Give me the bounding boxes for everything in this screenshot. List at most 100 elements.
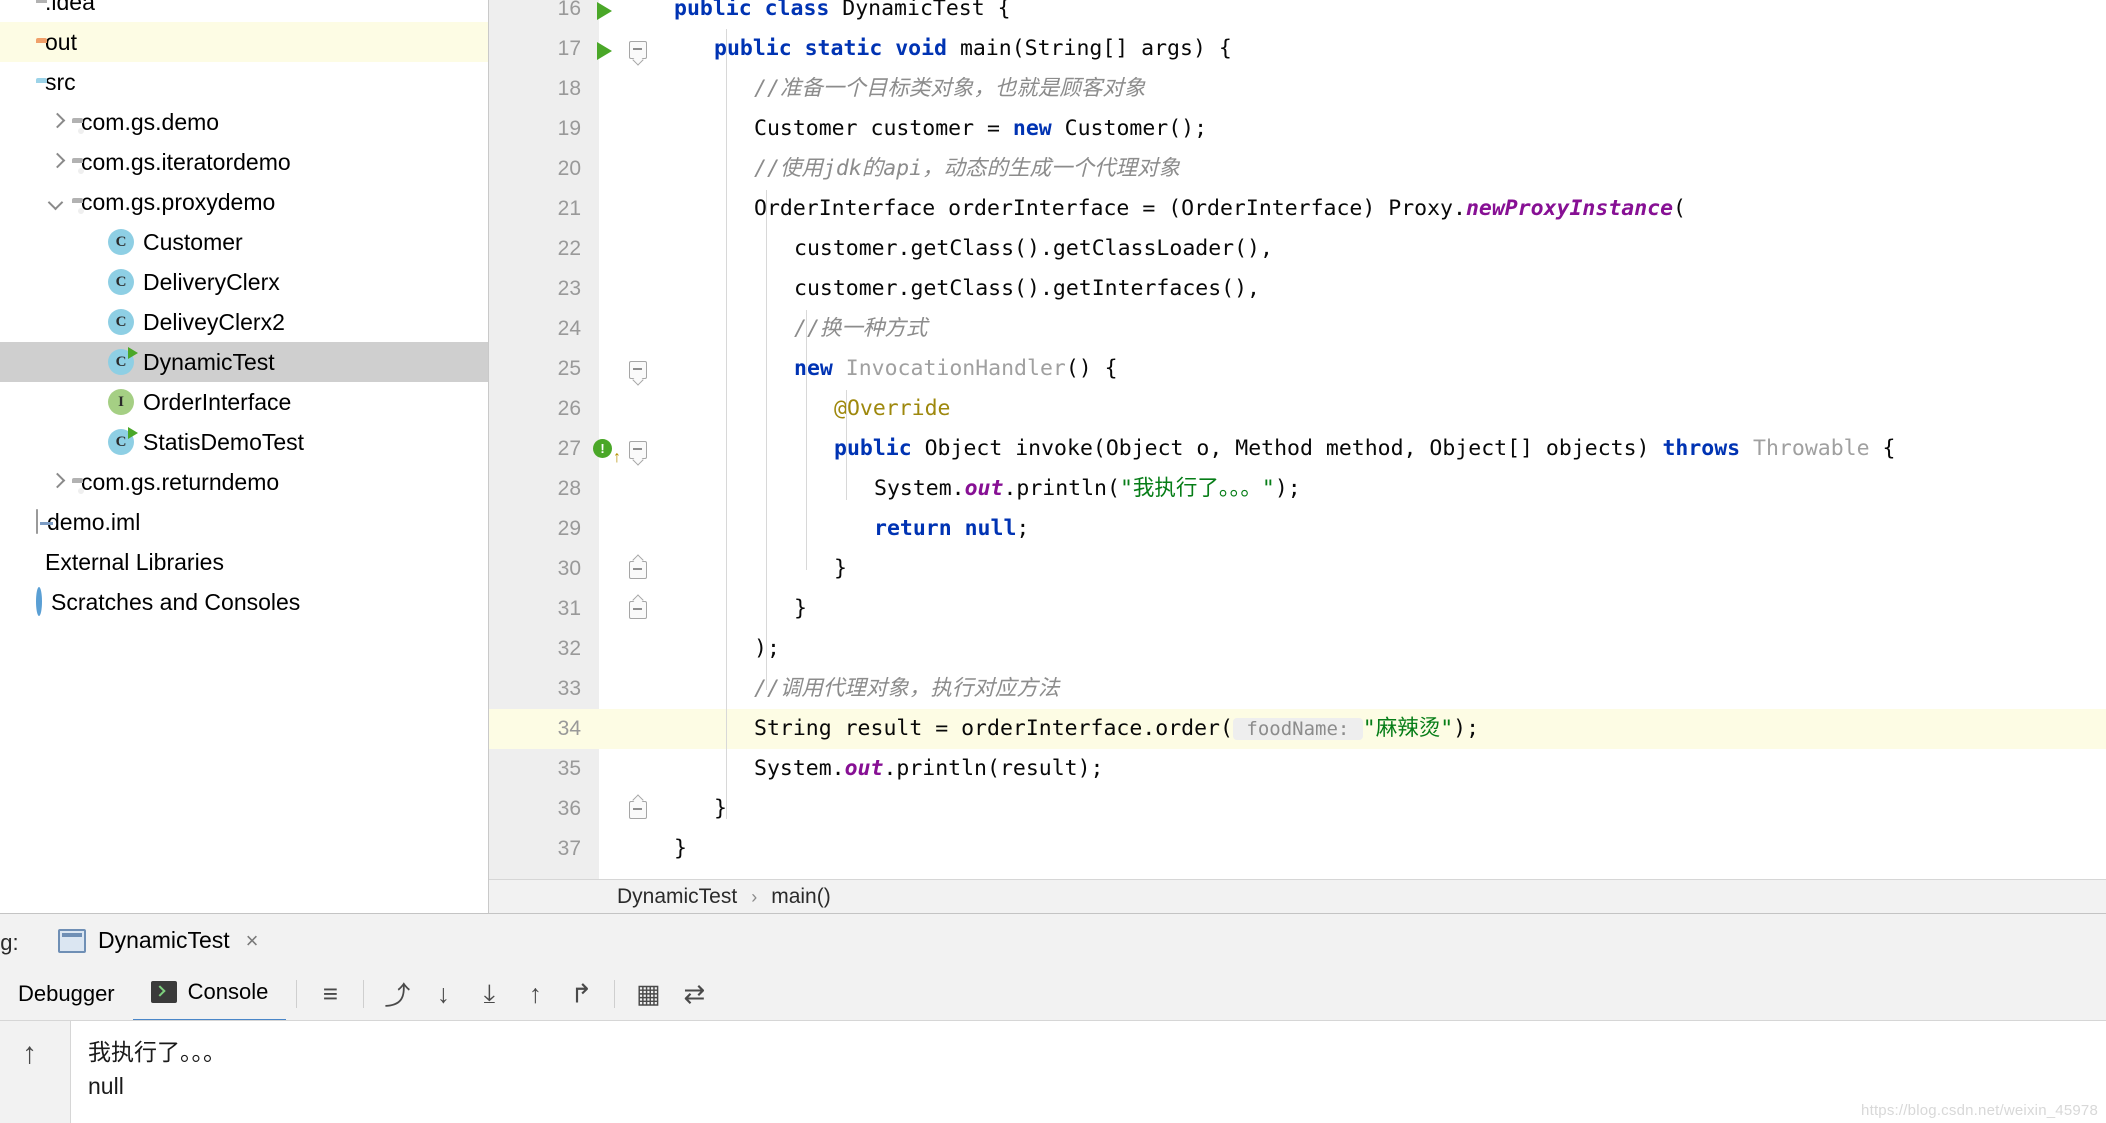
code-token: public xyxy=(834,436,925,461)
line-number: 29 xyxy=(557,517,581,540)
console-clipped-row xyxy=(70,1021,2106,1035)
code-line-17[interactable]: 17 public static void main(String[] args)… xyxy=(489,29,2106,69)
code-lines[interactable]: 16 public class DynamicTest {17 public sta… xyxy=(489,0,2106,913)
code-line-31[interactable]: 31} xyxy=(489,589,2106,629)
tree-item-deliveryclerx[interactable]: C DeliveryClerx xyxy=(0,262,489,302)
run-to-cursor-icon-glyph: ↱ xyxy=(570,978,593,1008)
force-step-into-icon[interactable]: ⤓ xyxy=(466,971,512,1017)
console-side-toolbar[interactable]: ↑ xyxy=(0,1021,71,1123)
fold-start-icon[interactable] xyxy=(629,361,647,379)
code-line-30[interactable]: 30} xyxy=(489,549,2106,589)
chevron-right-icon[interactable] xyxy=(46,471,68,493)
tree-item-idea[interactable]: .idea xyxy=(0,0,489,22)
tree-item-orderinterface[interactable]: I OrderInterface xyxy=(0,382,489,422)
tree-item-statisdemotest[interactable]: C StatisDemoTest xyxy=(0,422,489,462)
code-line-25[interactable]: 25 new InvocationHandler() { xyxy=(489,349,2106,389)
debug-subtab-console[interactable]: Console xyxy=(132,966,287,1022)
fold-end-icon[interactable] xyxy=(629,601,647,619)
layout-settings-icon[interactable]: ≡ xyxy=(307,971,353,1017)
scroll-up-icon[interactable]: ↑ xyxy=(22,1039,37,1069)
code-line-27[interactable]: 27! ↑ public Object invoke(Object o, Metho… xyxy=(489,429,2106,469)
fold-start-icon[interactable] xyxy=(629,441,647,459)
code-text: @Override xyxy=(674,389,951,429)
tree-item-label: out xyxy=(45,28,77,55)
breadcrumb-method[interactable]: main() xyxy=(771,885,831,909)
code-line-23[interactable]: 23 customer.getClass().getInterfaces(), xyxy=(489,269,2106,309)
code-line-35[interactable]: 35 System.out.println(result); xyxy=(489,749,2106,789)
code-line-32[interactable]: 32); xyxy=(489,629,2106,669)
debug-tool-window[interactable]: ug: DynamicTest × Debugger Console ≡ ⤴ ↓ ⤓ ↑ ↱ ▦… xyxy=(0,913,2106,1123)
console-output-panel[interactable]: ↑ 我执行了。。。 null https://blog.csdn.net/wei… xyxy=(0,1020,2106,1123)
indent-guide-1 xyxy=(766,190,767,690)
run-to-cursor-icon[interactable]: ↱ xyxy=(558,971,604,1017)
step-out-icon[interactable]: ↑ xyxy=(512,971,558,1017)
code-token: //换一种方式 xyxy=(794,316,928,341)
debug-session-tab[interactable]: DynamicTest × xyxy=(44,914,275,970)
tree-item-scratches-and-consoles[interactable]: Scratches and Consoles xyxy=(0,582,489,622)
console-line-2: null xyxy=(88,1073,124,1099)
code-line-26[interactable]: 26 @Override xyxy=(489,389,2106,429)
breadcrumb-class[interactable]: DynamicTest xyxy=(617,885,737,909)
tree-item-external-libraries[interactable]: External Libraries xyxy=(0,542,489,582)
code-text: //换一种方式 xyxy=(674,309,927,349)
debug-subtab-debugger[interactable]: Debugger xyxy=(0,967,133,1020)
code-token: } xyxy=(674,836,687,861)
step-over-icon[interactable]: ⤴ xyxy=(374,971,420,1017)
fold-end-icon[interactable] xyxy=(629,561,647,579)
code-text: Customer customer = new Customer(); xyxy=(674,109,1207,149)
debug-toolbar[interactable]: Debugger Console ≡ ⤴ ↓ ⤓ ↑ ↱ ▦ ⇄ xyxy=(0,966,2106,1022)
code-line-34[interactable]: 34 String result = orderInterface.order( … xyxy=(489,709,2106,749)
code-line-24[interactable]: 24 //换一种方式 xyxy=(489,309,2106,349)
tree-item-com-gs-returndemo[interactable]: com.gs.returndemo xyxy=(0,462,489,502)
chevron-down-icon[interactable] xyxy=(46,191,68,213)
code-line-28[interactable]: 28 System.out.println("我执行了。。。"); xyxy=(489,469,2106,509)
code-line-36[interactable]: 36} xyxy=(489,789,2106,829)
tree-item-out[interactable]: out xyxy=(0,22,489,62)
code-text: public class DynamicTest { xyxy=(674,0,1011,29)
chevron-right-icon[interactable] xyxy=(46,151,68,173)
code-token: out xyxy=(964,476,1004,501)
line-number: 30 xyxy=(557,557,581,580)
evaluate-expression-icon[interactable]: ▦ xyxy=(625,971,671,1017)
close-icon[interactable]: × xyxy=(246,929,259,952)
code-editor[interactable]: 16 public class DynamicTest {17 public sta… xyxy=(489,0,2106,913)
breadcrumb[interactable]: DynamicTest › main() xyxy=(489,879,2106,914)
code-line-21[interactable]: 21 OrderInterface orderInterface = (Order… xyxy=(489,189,2106,229)
fold-end-icon[interactable] xyxy=(629,801,647,819)
tree-item-customer[interactable]: C Customer xyxy=(0,222,489,262)
fold-start-icon[interactable] xyxy=(629,41,647,59)
step-into-icon[interactable]: ↓ xyxy=(420,971,466,1017)
code-line-20[interactable]: 20 //使用jdk的api，动态的生成一个代理对象 xyxy=(489,149,2106,189)
code-line-18[interactable]: 18 //准备一个目标类对象，也就是顾客对象 xyxy=(489,69,2106,109)
java-class-icon: C xyxy=(108,309,134,335)
code-line-22[interactable]: 22 customer.getClass().getClassLoader(), xyxy=(489,229,2106,269)
code-text: public Object invoke(Object o, Method me… xyxy=(674,429,1895,469)
line-number: 37 xyxy=(557,837,581,860)
code-text: customer.getClass().getClassLoader(), xyxy=(674,229,1273,269)
tree-item-label: demo.iml xyxy=(47,508,141,535)
code-line-37[interactable]: 37} xyxy=(489,829,2106,869)
tree-item-demo-iml[interactable]: demo.iml xyxy=(0,502,489,542)
tree-item-src[interactable]: src xyxy=(0,62,489,102)
code-token: //准备一个目标类对象，也就是顾客对象 xyxy=(754,76,1146,101)
code-line-19[interactable]: 19 Customer customer = new Customer(); xyxy=(489,109,2106,149)
code-line-29[interactable]: 29 return null; xyxy=(489,509,2106,549)
run-gutter-icon[interactable] xyxy=(597,42,612,60)
run-gutter-icon[interactable] xyxy=(597,2,612,20)
line-number: 31 xyxy=(557,597,581,620)
code-token: return xyxy=(874,516,965,541)
code-line-33[interactable]: 33 //调用代理对象，执行对应方法 xyxy=(489,669,2106,709)
tree-item-com-gs-iteratordemo[interactable]: com.gs.iteratordemo xyxy=(0,142,489,182)
code-line-16[interactable]: 16 public class DynamicTest { xyxy=(489,0,2106,29)
tree-item-label: StatisDemoTest xyxy=(143,428,305,455)
code-text: customer.getClass().getInterfaces(), xyxy=(674,269,1260,309)
mute-breakpoints-icon[interactable]: ⇄ xyxy=(671,971,717,1017)
tree-item-com-gs-proxydemo[interactable]: com.gs.proxydemo xyxy=(0,182,489,222)
run-marker-icon xyxy=(128,427,138,439)
tree-item-deliveyclerx2[interactable]: C DeliveyClerx2 xyxy=(0,302,489,342)
project-tree-panel[interactable]: .idea out src com.gs.demo com.gs.iteratordem… xyxy=(0,0,489,913)
chevron-right-icon[interactable] xyxy=(46,111,68,133)
tree-item-dynamictest[interactable]: C DynamicTest xyxy=(0,342,489,382)
inspection-gutter-icon[interactable]: ! xyxy=(593,439,612,458)
tree-item-com-gs-demo[interactable]: com.gs.demo xyxy=(0,102,489,142)
